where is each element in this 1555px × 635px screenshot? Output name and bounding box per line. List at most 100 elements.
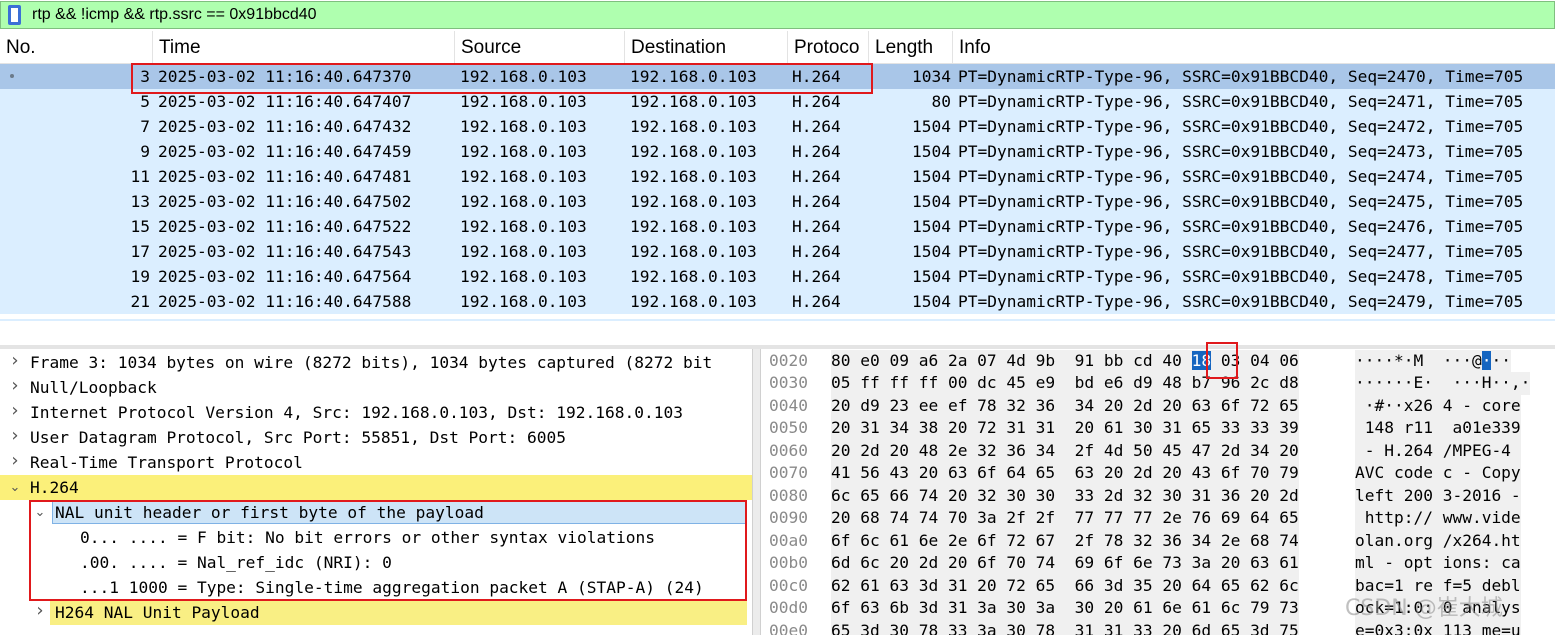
- packet-list-partial-row: [0, 319, 1555, 321]
- packet-row[interactable]: 5 2025-03-02 11:16:40.647407 192.168.0.103…: [0, 89, 1555, 114]
- hex-bytes[interactable]: 20 2d 20 48 2e 32 36 34 2f 4d 50 45 47 2…: [831, 439, 1299, 462]
- packet-list-header: No. Time Source Destination Protoco Leng…: [0, 31, 1555, 64]
- column-header-source[interactable]: Source: [455, 31, 625, 64]
- ascii-bytes[interactable]: left 200 3-2016 -: [1355, 484, 1521, 507]
- packet-row[interactable]: 21 2025-03-02 11:16:40.647588 192.168.0.10…: [0, 289, 1555, 314]
- packet-row[interactable]: 15 2025-03-02 11:16:40.647522 192.168.0.10…: [0, 214, 1555, 239]
- detail-row[interactable]: › Internet Protocol Version 4, Src: 192.1…: [0, 400, 752, 425]
- packet-protocol: H.264: [792, 67, 841, 86]
- column-header-protocol[interactable]: Protoco: [788, 31, 869, 64]
- ascii-bytes[interactable]: AVC code c - Copy: [1355, 462, 1521, 485]
- chevron-right-icon[interactable]: ›: [8, 350, 22, 375]
- hex-row: 0060 20 2d 20 48 2e 32 36 34 2f 4d 50 45 …: [761, 439, 1555, 462]
- chevron-right-icon[interactable]: ›: [8, 425, 22, 450]
- selected-byte[interactable]: 18: [1191, 350, 1212, 370]
- ascii-bytes[interactable]: http:// www.vide: [1355, 507, 1521, 530]
- packet-row[interactable]: 11 2025-03-02 11:16:40.647481 192.168.0.10…: [0, 164, 1555, 189]
- detail-row[interactable]: .00. .... = Nal_ref_idc (NRI): 0: [0, 550, 752, 575]
- chevron-down-icon[interactable]: ⌄: [33, 500, 47, 525]
- hex-offset: 0070: [769, 463, 808, 482]
- chevron-right-icon[interactable]: ›: [8, 400, 22, 425]
- detail-row[interactable]: ⌄ NAL unit header or first byte of the pa…: [0, 500, 752, 525]
- bookmark-icon[interactable]: [8, 5, 21, 25]
- packet-row[interactable]: 19 2025-03-02 11:16:40.647564 192.168.0.10…: [0, 264, 1555, 289]
- chevron-down-icon[interactable]: ⌄: [8, 475, 22, 500]
- hex-offset: 0030: [769, 373, 808, 392]
- display-filter-bar: rtp && !icmp && rtp.ssrc == 0x91bbcd40: [0, 0, 1555, 30]
- packet-info: PT=DynamicRTP-Type-96, SSRC=0x91BBCD40, …: [958, 242, 1524, 261]
- chevron-right-icon[interactable]: ›: [33, 600, 47, 625]
- packet-row[interactable]: 3 2025-03-02 11:16:40.647370 192.168.0.103…: [0, 64, 1555, 89]
- packet-source: 192.168.0.103: [460, 67, 587, 86]
- packet-row[interactable]: 17 2025-03-02 11:16:40.647543 192.168.0.10…: [0, 239, 1555, 264]
- packet-protocol: H.264: [792, 292, 841, 311]
- detail-row[interactable]: ⌄ H.264: [0, 475, 752, 500]
- hex-row: 0070 41 56 43 20 63 6f 64 65 63 20 2d 20 …: [761, 462, 1555, 485]
- packet-destination: 192.168.0.103: [630, 192, 757, 211]
- packet-time: 2025-03-02 11:16:40.647588: [158, 292, 412, 311]
- packet-info: PT=DynamicRTP-Type-96, SSRC=0x91BBCD40, …: [958, 292, 1524, 311]
- ascii-bytes[interactable]: - H.264 /MPEG-4: [1355, 439, 1521, 462]
- hex-bytes[interactable]: 6f 63 6b 3d 31 3a 30 3a 30 20 61 6e 61 6…: [831, 597, 1299, 620]
- packet-source: 192.168.0.103: [460, 217, 587, 236]
- hex-bytes[interactable]: 41 56 43 20 63 6f 64 65 63 20 2d 20 43 6…: [831, 462, 1299, 485]
- ascii-bytes[interactable]: 148 r11 a01e339: [1355, 417, 1521, 440]
- packet-source: 192.168.0.103: [460, 242, 587, 261]
- packet-row[interactable]: 13 2025-03-02 11:16:40.647502 192.168.0.10…: [0, 189, 1555, 214]
- packet-row[interactable]: 7 2025-03-02 11:16:40.647432 192.168.0.103…: [0, 114, 1555, 139]
- detail-row[interactable]: 0... .... = F bit: No bit errors or othe…: [0, 525, 752, 550]
- packet-no: 13: [130, 192, 151, 211]
- ascii-bytes[interactable]: olan.org /x264.ht: [1355, 529, 1521, 552]
- packet-time: 2025-03-02 11:16:40.647522: [158, 217, 412, 236]
- detail-row[interactable]: › H264 NAL Unit Payload: [0, 600, 752, 625]
- packet-length: 1504: [912, 192, 951, 211]
- packet-row[interactable]: 9 2025-03-02 11:16:40.647459 192.168.0.103…: [0, 139, 1555, 164]
- detail-text: Null/Loopback: [30, 378, 157, 397]
- packet-destination: 192.168.0.103: [630, 217, 757, 236]
- detail-row[interactable]: › Frame 3: 1034 bytes on wire (8272 bits)…: [0, 350, 752, 375]
- hex-bytes[interactable]: 6f 6c 61 6e 2e 6f 72 67 2f 78 32 36 34 2…: [831, 529, 1299, 552]
- packet-info: PT=DynamicRTP-Type-96, SSRC=0x91BBCD40, …: [958, 142, 1524, 161]
- packet-destination: 192.168.0.103: [630, 142, 757, 161]
- column-header-info[interactable]: Info: [953, 31, 1555, 64]
- packet-destination: 192.168.0.103: [630, 292, 757, 311]
- packet-length: 1504: [912, 217, 951, 236]
- hex-bytes[interactable]: 80 e0 09 a6 2a 07 4d 9b 91 bb cd 40 18 0…: [831, 349, 1299, 372]
- ascii-post: ··: [1491, 350, 1511, 370]
- hex-bytes[interactable]: 6c 65 66 74 20 32 30 30 33 2d 32 30 31 3…: [831, 484, 1299, 507]
- ascii-bytes[interactable]: ml - opt ions: ca: [1355, 552, 1521, 575]
- detail-row[interactable]: › User Datagram Protocol, Src Port: 55851…: [0, 425, 752, 450]
- display-filter-input[interactable]: rtp && !icmp && rtp.ssrc == 0x91bbcd40: [0, 1, 1555, 29]
- column-header-no[interactable]: No.: [0, 31, 153, 64]
- detail-row[interactable]: ...1 1000 = Type: Single-time aggregatio…: [0, 575, 752, 600]
- selected-ascii[interactable]: ·: [1481, 350, 1492, 370]
- hex-bytes[interactable]: 20 d9 23 ee ef 78 32 36 34 20 2d 20 63 6…: [831, 394, 1299, 417]
- ascii-bytes[interactable]: ·#··x26 4 - core: [1355, 394, 1521, 417]
- packet-destination: 192.168.0.103: [630, 242, 757, 261]
- hex-bytes[interactable]: 20 31 34 38 20 72 31 31 20 61 30 31 65 3…: [831, 417, 1299, 440]
- detail-text: NAL unit header or first byte of the pay…: [52, 501, 746, 524]
- details-bytes-divider[interactable]: [752, 349, 761, 635]
- packet-source: 192.168.0.103: [460, 142, 587, 161]
- hex-bytes[interactable]: 20 68 74 74 70 3a 2f 2f 77 77 77 2e 76 6…: [831, 507, 1299, 530]
- hex-row: 00a0 6f 6c 61 6e 2e 6f 72 67 2f 78 32 36 …: [761, 529, 1555, 552]
- detail-row[interactable]: › Real-Time Transport Protocol: [0, 450, 752, 475]
- hex-row: 0080 6c 65 66 74 20 32 30 30 33 2d 32 30 …: [761, 484, 1555, 507]
- packet-no: 7: [140, 117, 150, 136]
- hex-bytes[interactable]: 05 ff ff ff 00 dc 45 e9 bd e6 d9 48 b7 9…: [831, 372, 1299, 395]
- hex-row: 0090 20 68 74 74 70 3a 2f 2f 77 77 77 2e …: [761, 507, 1555, 530]
- packet-no: 19: [130, 267, 151, 286]
- column-header-destination[interactable]: Destination: [625, 31, 788, 64]
- hex-bytes[interactable]: 65 3d 30 78 33 3a 30 78 31 31 33 20 6d 6…: [831, 619, 1299, 635]
- hex-bytes[interactable]: 62 61 63 3d 31 20 72 65 66 3d 35 20 64 6…: [831, 574, 1299, 597]
- ascii-bytes[interactable]: ····*·M ···@···: [1355, 349, 1511, 372]
- ascii-bytes[interactable]: ······E· ···H··,·: [1355, 372, 1531, 395]
- hex-bytes[interactable]: 6d 6c 20 2d 20 6f 70 74 69 6f 6e 73 3a 2…: [831, 552, 1299, 575]
- detail-row[interactable]: › Null/Loopback: [0, 375, 752, 400]
- chevron-right-icon[interactable]: ›: [8, 450, 22, 475]
- column-header-time[interactable]: Time: [153, 31, 455, 64]
- chevron-right-icon[interactable]: ›: [8, 375, 22, 400]
- hex-offset: 00b0: [769, 553, 808, 572]
- column-header-length[interactable]: Length: [869, 31, 953, 64]
- hex-offset: 0090: [769, 508, 808, 527]
